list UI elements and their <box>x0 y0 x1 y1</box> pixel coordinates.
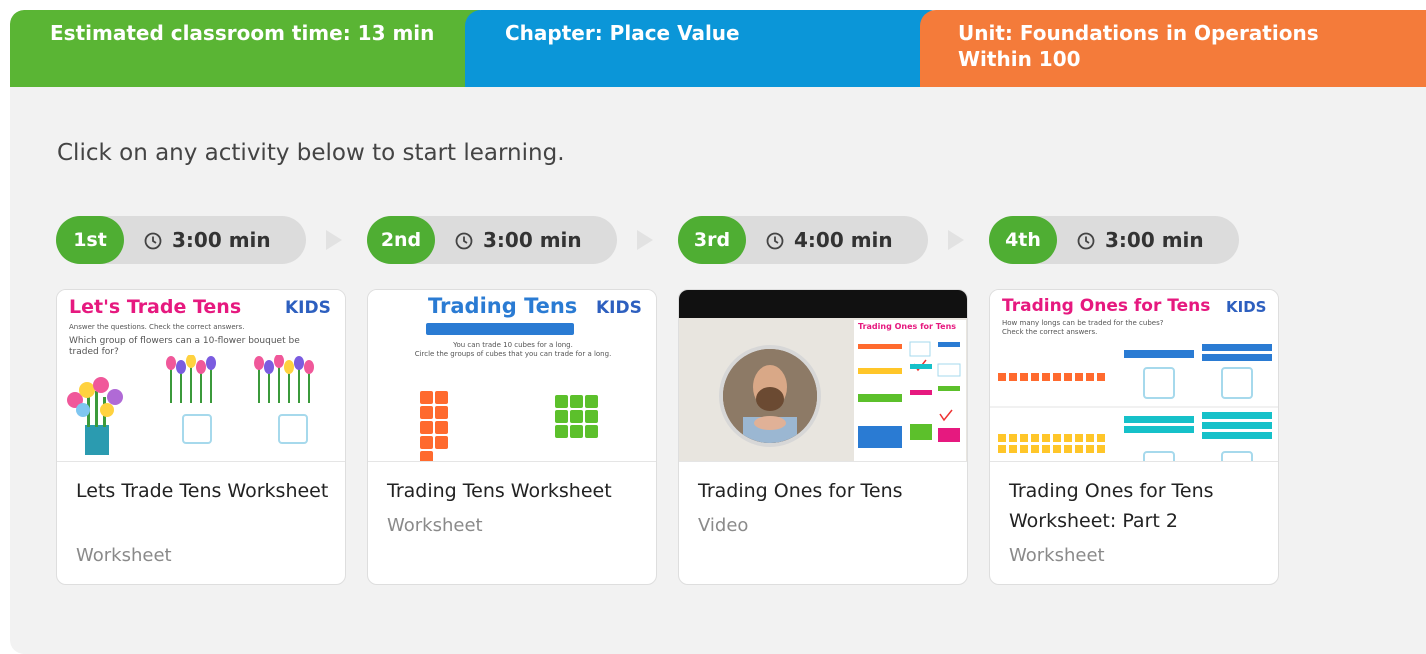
chapter-banner[interactable]: Chapter: Place Value <box>465 10 945 87</box>
preview-blocks-icon <box>858 341 961 448</box>
classroom-time-banner: Estimated classroom time: 13 min <box>10 10 480 87</box>
lesson-panel: Estimated classroom time: 13 min Chapter… <box>10 10 1426 654</box>
video-thumbnail: Trading Ones for Tens <box>679 290 967 462</box>
activity-card-lets-trade-tens[interactable]: Let's Trade Tens KIDS Answer the questio… <box>56 289 346 585</box>
cubes-illustration-icon <box>420 391 598 461</box>
step-ordinal: 2nd <box>367 216 435 264</box>
step-arrow-icon <box>326 230 342 250</box>
step-duration-text: 3:00 min <box>483 228 582 252</box>
activity-type: Video <box>698 515 749 536</box>
thumbnail-instruction: Check the correct answers. <box>1002 328 1098 336</box>
step-ordinal: 3rd <box>678 216 746 264</box>
step-duration: 3:00 min <box>455 216 582 264</box>
activity-card-trading-ones-part-2[interactable]: Trading Ones for Tens KIDS How many long… <box>989 289 1279 585</box>
clock-icon <box>144 232 162 250</box>
worksheet-thumbnail: Trading Tens KIDS You can trade 10 cubes… <box>368 290 656 462</box>
step-duration-text: 4:00 min <box>794 228 893 252</box>
clock-icon <box>455 232 473 250</box>
activity-card-trading-tens[interactable]: Trading Tens KIDS You can trade 10 cubes… <box>367 289 657 585</box>
presenter-avatar <box>719 345 821 447</box>
step-pill-2: 2nd 3:00 min <box>367 216 617 264</box>
long-block-icon <box>426 323 574 335</box>
worksheet-preview: Trading Ones for Tens <box>854 320 966 461</box>
step-pill-3: 3rd 4:00 min <box>678 216 928 264</box>
kids-academy-logo: KIDS <box>596 298 642 318</box>
activity-title: Trading Ones for Tens <box>698 480 903 502</box>
worksheet-thumbnail: Trading Ones for Tens KIDS How many long… <box>990 290 1278 462</box>
step-duration-text: 3:00 min <box>172 228 271 252</box>
thumbnail-instruction: Circle the groups of cubes that you can … <box>414 350 612 358</box>
step-ordinal: 4th <box>989 216 1057 264</box>
unit-banner[interactable]: Unit: Foundations in Operations Within 1… <box>920 10 1426 87</box>
thumbnail-text: Answer the questions. Check the correct … <box>69 323 245 331</box>
clock-icon <box>1077 232 1095 250</box>
activity-title: Lets Trade Tens Worksheet <box>76 480 329 502</box>
preview-title: Trading Ones for Tens <box>858 322 957 331</box>
thumbnail-title: Trading Ones for Tens <box>1002 296 1211 316</box>
presenter-icon <box>723 349 817 443</box>
unit-label-line1: Unit: Foundations in Operations <box>958 21 1319 45</box>
activity-type: Worksheet <box>76 545 172 566</box>
activity-type: Worksheet <box>387 515 483 536</box>
step-pill-4: 4th 3:00 min <box>989 216 1239 264</box>
step-arrow-icon <box>948 230 964 250</box>
activity-card-trading-ones-video[interactable]: Trading Ones for Tens Trading Ones for T… <box>678 289 968 585</box>
video-top-bar <box>679 290 967 318</box>
unit-label-line2: Within 100 <box>958 47 1081 71</box>
step-pill-1: 1st 3:00 min <box>56 216 306 264</box>
step-duration: 3:00 min <box>144 216 271 264</box>
step-ordinal: 1st <box>56 216 124 264</box>
classroom-time-label: Estimated classroom time: 13 min <box>50 21 435 45</box>
thumbnail-text: How many longs can be traded for the cub… <box>1002 319 1164 327</box>
worksheet-thumbnail: Let's Trade Tens KIDS Answer the questio… <box>57 290 345 462</box>
chapter-label: Chapter: Place Value <box>505 21 740 45</box>
activity-title: Trading Ones for Tens Worksheet: Part 2 <box>1009 480 1214 532</box>
thumbnail-title: Trading Tens <box>428 294 578 318</box>
clock-icon <box>766 232 784 250</box>
intro-text: Click on any activity below to start lea… <box>57 140 565 166</box>
blocks-illustration-icon <box>990 344 1278 461</box>
step-arrow-icon <box>637 230 653 250</box>
thumbnail-text: You can trade 10 cubes for a long. <box>453 341 573 349</box>
activity-type: Worksheet <box>1009 545 1105 566</box>
flowers-illustration-icon <box>67 355 314 455</box>
kids-academy-logo: KIDS <box>1226 298 1267 316</box>
kids-academy-logo: KIDS <box>285 298 331 318</box>
thumbnail-title: Let's Trade Tens <box>69 296 242 318</box>
step-duration: 4:00 min <box>766 216 893 264</box>
activity-title: Trading Tens Worksheet <box>387 480 612 502</box>
step-duration-text: 3:00 min <box>1105 228 1204 252</box>
step-duration: 3:00 min <box>1077 216 1204 264</box>
